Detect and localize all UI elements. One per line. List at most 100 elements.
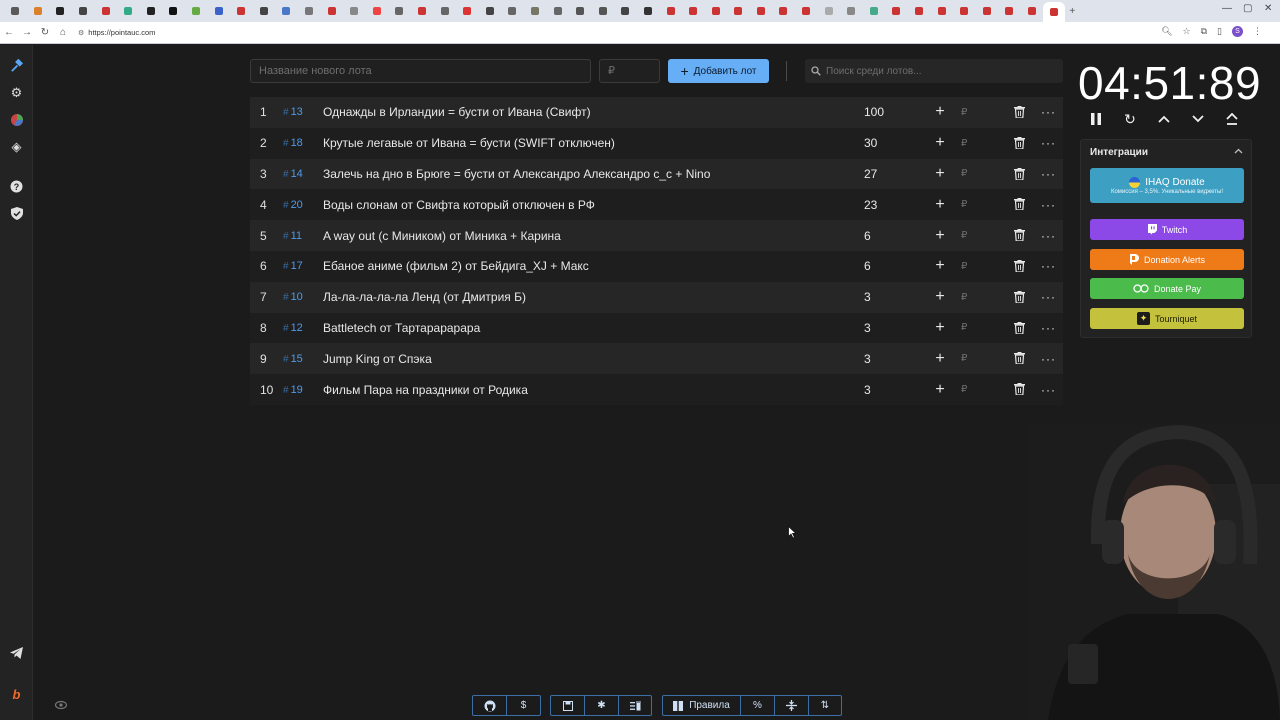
browser-tab[interactable] [230,2,253,20]
lot-currency-ruble-icon[interactable]: ₽ [961,199,967,210]
new-tab-button[interactable]: + [1069,6,1075,17]
lot-name[interactable]: A way out (с Миником) от Миника + Карина [323,229,561,243]
lot-more-options-icon[interactable]: ··· [1041,136,1056,150]
clear-list-icon[interactable] [619,696,651,715]
lot-currency-ruble-icon[interactable]: ₽ [961,261,967,272]
lot-add-amount-plus-icon[interactable]: + [933,319,947,335]
browser-tab[interactable] [1021,2,1044,20]
lot-id-link[interactable]: #14 [283,168,303,180]
bug-icon[interactable]: ✱ [585,696,619,715]
browser-tab[interactable] [94,2,117,20]
reload-icon[interactable]: ↻ [36,27,54,38]
lot-id-link[interactable]: #13 [283,106,303,118]
extensions-icon[interactable]: ⧉ [1201,26,1207,37]
lot-id-link[interactable]: #11 [283,230,302,242]
browser-tab[interactable] [908,2,931,20]
profile-avatar[interactable]: S [1232,26,1243,37]
lot-amount[interactable]: 23 [864,198,877,212]
lot-add-amount-plus-icon[interactable]: + [933,289,947,305]
lot-name[interactable]: Ла-ла-ла-ла-ла Ленд (от Дмитрия Б) [323,290,526,304]
shield-icon[interactable] [8,205,25,222]
browser-tab[interactable] [456,2,479,20]
browser-tab[interactable] [727,2,750,20]
browser-tab[interactable] [659,2,682,20]
lot-name[interactable]: Однажды в Ирландии = бусти от Ивана (Сви… [323,105,591,119]
browser-tab[interactable] [275,2,298,20]
lot-currency-ruble-icon[interactable]: ₽ [961,138,967,149]
lot-name[interactable]: Залечь на дно в Брюге = бусти от Алексан… [323,167,710,181]
add-time-icon[interactable] [1157,110,1171,128]
lot-delete-trash-icon[interactable] [1014,290,1025,303]
settings-gear-icon[interactable]: ⚙ [8,84,25,101]
lot-more-options-icon[interactable]: ··· [1041,229,1056,243]
back-icon[interactable]: ← [0,27,18,38]
wheel-icon[interactable] [8,111,25,128]
donate-pay-button[interactable]: Donate Pay [1090,278,1244,299]
lot-add-amount-plus-icon[interactable]: + [933,165,947,181]
lot-add-amount-plus-icon[interactable]: + [933,196,947,212]
lot-id-link[interactable]: #19 [283,384,303,396]
forward-icon[interactable]: → [18,27,36,38]
lot-delete-trash-icon[interactable] [1014,136,1025,149]
lot-add-amount-plus-icon[interactable]: + [933,135,947,151]
lot-amount[interactable]: 3 [864,321,871,335]
donate-dollar-icon[interactable]: $ [507,696,540,715]
browser-tab[interactable] [614,2,637,20]
lot-delete-trash-icon[interactable] [1014,167,1025,180]
lot-delete-trash-icon[interactable] [1014,352,1025,365]
help-icon[interactable]: ? [8,178,25,195]
browser-tab[interactable] [704,2,727,20]
lot-id-link[interactable]: #12 [283,322,303,334]
lot-add-amount-plus-icon[interactable]: + [933,350,947,366]
lot-more-options-icon[interactable]: ··· [1041,290,1056,304]
lot-amount[interactable]: 27 [864,167,877,181]
lot-id-link[interactable]: #10 [283,291,303,303]
browser-tab[interactable] [772,2,795,20]
browser-tab[interactable] [207,2,230,20]
lot-more-options-icon[interactable]: ··· [1041,198,1056,212]
browser-tab[interactable] [320,2,343,20]
lot-amount[interactable]: 6 [864,229,871,243]
lot-id-link[interactable]: #17 [283,260,303,272]
lot-more-options-icon[interactable]: ··· [1041,105,1056,119]
visibility-eye-icon[interactable] [55,700,67,710]
save-icon[interactable] [551,696,585,715]
maximize-window-icon[interactable]: ▢ [1243,3,1252,14]
zoom-icon[interactable]: 🔍︎ [1161,26,1172,37]
new-lot-name-input[interactable] [250,59,591,83]
lot-name[interactable]: Воды слонам от Свифта который отключен в… [323,198,595,212]
lot-delete-trash-icon[interactable] [1014,321,1025,334]
collapse-chevron-icon[interactable] [1234,146,1243,156]
url-field[interactable]: ⚙ https://pointauc.com [78,28,155,37]
layers-icon[interactable]: ◈ [8,138,25,155]
browser-tab[interactable] [546,2,569,20]
browser-tab[interactable] [117,2,140,20]
browser-tab[interactable] [591,2,614,20]
lot-add-amount-plus-icon[interactable]: + [933,381,947,397]
browser-tab[interactable] [253,2,276,20]
lot-delete-trash-icon[interactable] [1014,383,1025,396]
sidepanel-icon[interactable]: ▯ [1217,26,1222,37]
browser-tab[interactable] [682,2,705,20]
double-up-icon[interactable] [1225,110,1239,128]
browser-tab-active[interactable] [1043,2,1066,22]
browser-tab[interactable] [569,2,592,20]
browser-tab[interactable] [750,2,773,20]
lot-name[interactable]: Battletech от Тартарарарара [323,321,480,335]
browser-tab[interactable] [185,2,208,20]
lot-amount[interactable]: 3 [864,352,871,366]
browser-tab[interactable] [501,2,524,20]
lot-currency-ruble-icon[interactable]: ₽ [961,230,967,241]
browser-tab[interactable] [637,2,660,20]
lot-delete-trash-icon[interactable] [1014,259,1025,272]
lot-name[interactable]: Ебаное аниме (фильм 2) от Бейдига_XJ + М… [323,259,589,273]
lot-currency-ruble-icon[interactable]: ₽ [961,353,967,364]
reset-timer-icon[interactable]: ↻ [1123,110,1137,128]
browser-tab[interactable] [162,2,185,20]
ihaq-donate-button[interactable]: IHAQ Donate Комиссия – 3,5%. Уникальные … [1090,168,1244,203]
lot-amount[interactable]: 3 [864,383,871,397]
browser-tab[interactable] [524,2,547,20]
bookmark-star-icon[interactable]: ☆ [1183,26,1191,37]
lot-add-amount-plus-icon[interactable]: + [933,258,947,274]
search-input[interactable] [826,65,1063,77]
